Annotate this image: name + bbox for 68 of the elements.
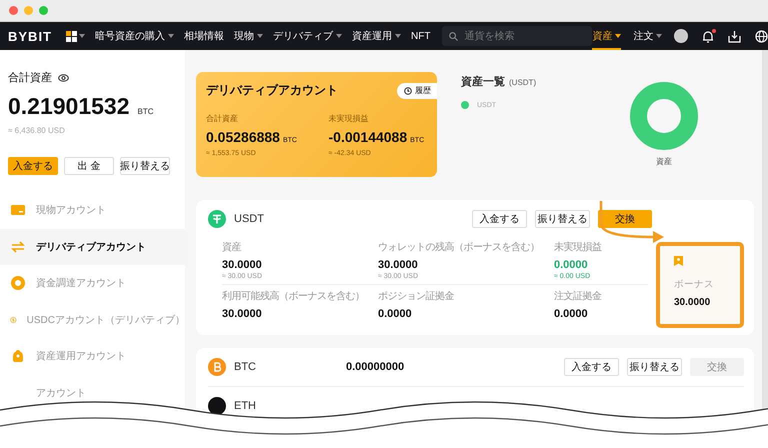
tether-coin-icon (208, 210, 226, 228)
action-button[interactable]: 入金する (472, 210, 527, 228)
coin-amount: 0.00000000 (346, 361, 404, 373)
close-window-icon[interactable] (9, 6, 18, 15)
coin-icon (208, 397, 226, 415)
card-title: デリバティブアカウント (206, 82, 338, 99)
field-label: ポジション証拠金 (378, 290, 455, 303)
bonus-label: ボーナス (674, 278, 715, 291)
coin-symbol: USDT (234, 213, 264, 225)
field-label: 利用可能残高（ボーナスを含む） (222, 290, 366, 303)
search-icon (449, 32, 458, 41)
usd-equivalent: ≈ 6,436.80 USD (8, 126, 66, 135)
eye-icon[interactable] (58, 74, 69, 82)
field-value: 30.0000 (222, 259, 263, 271)
globe-icon[interactable] (755, 30, 768, 42)
bonus-ribbon-icon (674, 256, 683, 266)
bell-icon[interactable] (702, 30, 714, 42)
clock-icon (404, 86, 412, 94)
field-value: 30.0000 (222, 308, 263, 320)
bitcoin-coin-icon (208, 358, 226, 376)
metric-label: 合計資産 (206, 113, 239, 124)
avatar-icon[interactable] (674, 29, 688, 43)
swap-icon (10, 238, 26, 255)
field-value: 0.0000 (378, 308, 413, 320)
currency-unit: BTC (138, 107, 154, 116)
metric-value: 0.05286888 (206, 129, 280, 145)
bonus-value: 30.0000 (674, 297, 712, 308)
field-label: 未実現損益 (554, 240, 603, 254)
nav-link[interactable]: 相場情報 (184, 29, 224, 43)
action-button[interactable]: 振り替える (120, 157, 170, 175)
nav-menu[interactable]: 注文 (633, 22, 662, 50)
action-button[interactable]: 入金する (8, 157, 58, 175)
metric-label: 未実現損益 (328, 113, 370, 124)
action-button[interactable]: 振り替える (627, 358, 682, 376)
caret-icon (656, 34, 662, 38)
action-button[interactable]: 振り替える (535, 210, 590, 228)
history-button[interactable]: 履歴 (397, 82, 437, 98)
nav-link[interactable]: デリバティブ (273, 29, 333, 43)
nav-link[interactable]: 暗号資産の購入 (95, 29, 165, 43)
action-button[interactable]: 入金する (564, 358, 619, 376)
field-value: 30.0000 (378, 259, 419, 271)
coin-symbol: ETH (234, 400, 256, 412)
search-field[interactable]: 通貨を検索 (442, 26, 592, 46)
action-button[interactable]: 出 金 (64, 157, 114, 175)
field-label: 注文証拠金 (554, 290, 602, 303)
field-label: ウォレットの残高（ボーナスを含む） (378, 240, 540, 254)
field-value: 0.0000 (554, 308, 589, 320)
download-icon[interactable] (728, 30, 742, 42)
nav-link[interactable]: 現物 (234, 29, 254, 43)
caret-icon (79, 34, 85, 38)
field-value: 0.0000 (554, 259, 589, 271)
apps-grid-icon[interactable] (66, 30, 77, 42)
nav-link[interactable]: NFT (411, 30, 430, 42)
caret-icon (615, 34, 622, 38)
logo[interactable]: BYBIT (8, 28, 52, 44)
sidebar-item[interactable]: デリバティブアカウント (0, 228, 185, 265)
action-button[interactable]: 交換 (598, 210, 652, 228)
coin-symbol: BTC (234, 361, 256, 373)
currency-unit: (USDT) (509, 78, 536, 87)
chart-label: 資産 (656, 156, 672, 167)
overview-title: 資産一覧 (461, 74, 505, 89)
coin-icon (10, 275, 26, 292)
field-label: 資産 (222, 240, 242, 254)
total-amount: 0.21901532 (8, 93, 130, 120)
metric-value: -0.00144088 (328, 129, 408, 145)
nav-link[interactable]: 資産運用 (352, 29, 392, 43)
total-assets-title: 合計資産 (8, 70, 52, 85)
donut-chart (630, 82, 698, 150)
